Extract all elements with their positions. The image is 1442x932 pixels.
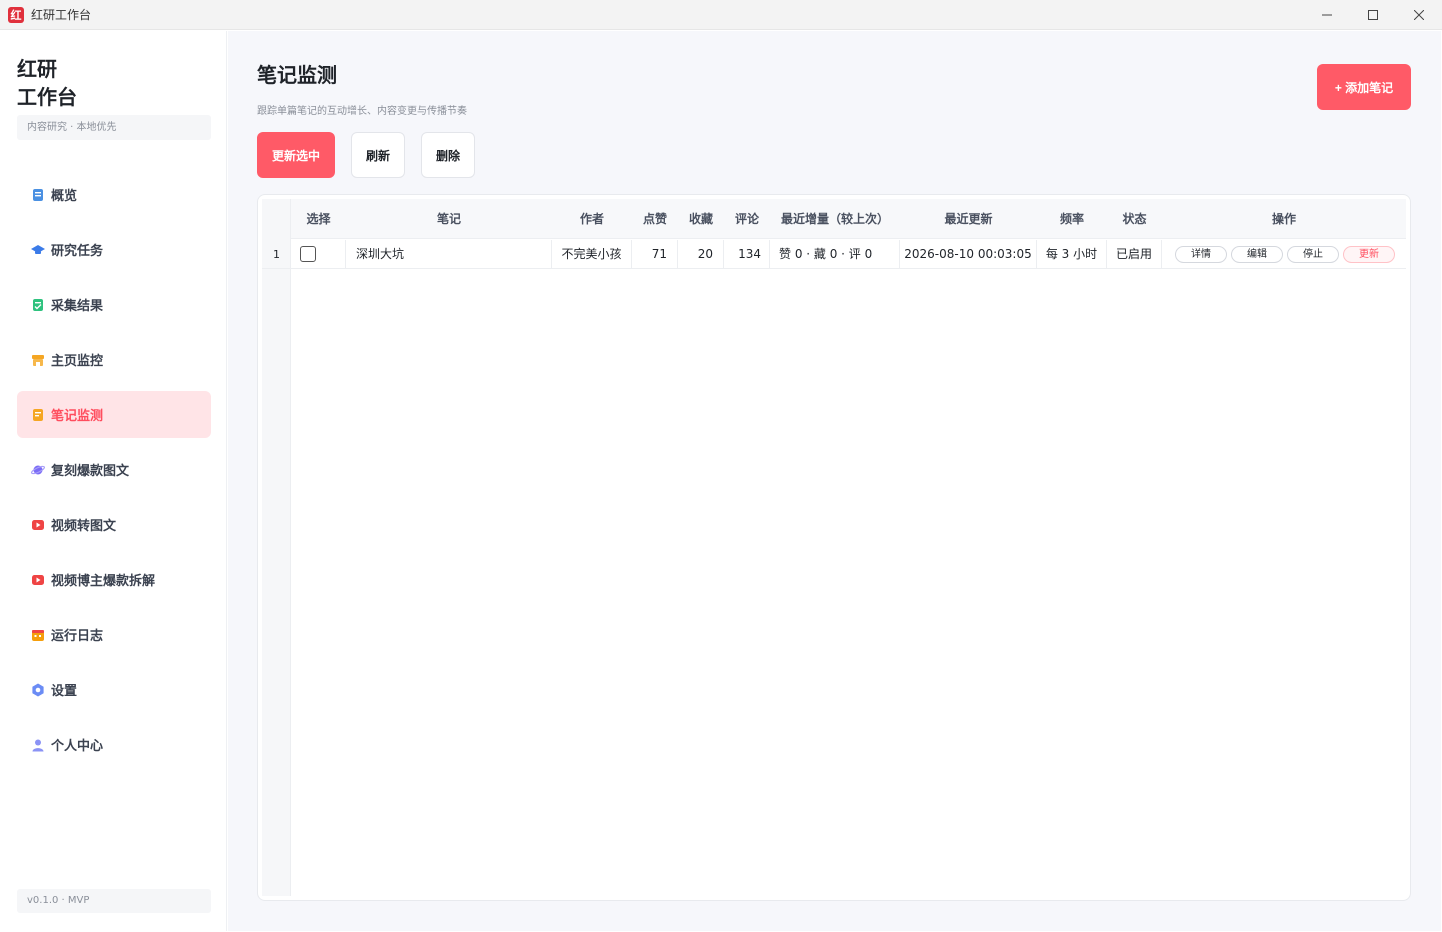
close-button[interactable]: [1396, 0, 1442, 30]
sidebar-item-research-tasks[interactable]: 研究任务: [17, 226, 211, 273]
sidebar-item-run-logs[interactable]: 运行日志: [17, 611, 211, 658]
cell-comments: 134: [724, 240, 770, 269]
window-title: 红研工作台: [31, 8, 92, 22]
cell-updated: 2026-08-10 00:03:05: [900, 240, 1037, 269]
column-header-updated[interactable]: 最近更新: [900, 199, 1037, 239]
cell-select: [291, 240, 346, 269]
minimize-icon: [1322, 14, 1332, 16]
brand-subtitle: 内容研究 · 本地优先: [17, 115, 211, 140]
sidebar-item-label: 采集结果: [51, 299, 104, 314]
sidebar-item-label: 复刻爆款图文: [51, 464, 130, 479]
sidebar-item-collect-results[interactable]: 采集结果: [17, 281, 211, 328]
close-icon: [1414, 10, 1424, 20]
delete-button[interactable]: 删除: [421, 132, 475, 178]
brand-title: 红研 工作台: [17, 55, 77, 111]
sidebar-item-label: 视频转图文: [51, 519, 117, 534]
cell-frequency: 每 3 小时: [1037, 240, 1107, 269]
cell-actions: 详情 编辑 停止 更新: [1162, 240, 1406, 269]
cell-collects: 20: [678, 240, 724, 269]
cell-delta: 赞 0 · 藏 0 · 评 0: [770, 240, 900, 269]
sidebar-item-label: 笔记监测: [51, 409, 104, 424]
column-header-collects[interactable]: 收藏: [678, 199, 724, 239]
column-header-delta[interactable]: 最近增量（较上次）: [770, 199, 900, 239]
video-icon: [31, 573, 45, 587]
graduation-cap-icon: [31, 243, 45, 257]
maximize-icon: [1368, 10, 1378, 20]
notes-table: 选择 笔记 作者 点赞 收藏 评论 最近增量（较上次） 最近更新 频率 状态 操…: [257, 194, 1411, 901]
version-label: v0.1.0 · MVP: [17, 889, 211, 913]
cell-note: 深圳大坑: [346, 240, 552, 269]
sidebar-item-video-to-post[interactable]: 视频转图文: [17, 501, 211, 548]
brand-line-1: 红研: [17, 57, 57, 81]
column-header-note[interactable]: 笔记: [346, 199, 552, 239]
sidebar-item-label: 视频博主爆款拆解: [51, 574, 156, 589]
toolbar: 更新选中 刷新 删除: [257, 132, 491, 178]
column-header-status[interactable]: 状态: [1107, 199, 1162, 239]
column-header-likes[interactable]: 点赞: [632, 199, 678, 239]
update-button[interactable]: 更新: [1343, 246, 1395, 263]
brand-line-2: 工作台: [17, 85, 77, 109]
sidebar-item-settings[interactable]: 设置: [17, 666, 211, 713]
window-titlebar: 红 红研工作台: [0, 0, 1442, 30]
maximize-button[interactable]: [1350, 0, 1396, 30]
user-icon: [31, 738, 45, 752]
sidebar-item-label: 概览: [51, 189, 78, 204]
app-logo-icon: 红: [8, 6, 24, 23]
detail-button[interactable]: 详情: [1175, 246, 1227, 263]
row-checkbox[interactable]: [300, 246, 316, 262]
store-icon: [31, 353, 45, 367]
row-index-column: [262, 199, 291, 896]
edit-button[interactable]: 编辑: [1231, 246, 1283, 263]
sidebar-item-profile[interactable]: 个人中心: [17, 721, 211, 768]
update-selected-button[interactable]: 更新选中: [257, 132, 335, 178]
sidebar-item-label: 研究任务: [51, 244, 104, 259]
column-header-actions[interactable]: 操作: [1162, 199, 1406, 239]
document-icon: [31, 188, 45, 202]
main-content: 笔记监测 跟踪单篇笔记的互动增长、内容变更与传播节奏 + 添加笔记 更新选中 刷…: [228, 31, 1441, 931]
sidebar-item-label: 个人中心: [51, 739, 104, 754]
note-icon: [31, 408, 45, 422]
sidebar-item-label: 设置: [51, 684, 78, 699]
column-header-author[interactable]: 作者: [552, 199, 632, 239]
sidebar-item-overview[interactable]: 概览: [17, 171, 211, 218]
minimize-button[interactable]: [1304, 0, 1350, 30]
calendar-icon: [31, 628, 45, 642]
planet-icon: [31, 463, 45, 477]
sidebar-item-homepage-monitor[interactable]: 主页监控: [17, 336, 211, 383]
column-header-comments[interactable]: 评论: [724, 199, 770, 239]
refresh-button[interactable]: 刷新: [351, 132, 405, 178]
table-header: 选择 笔记 作者 点赞 收藏 评论 最近增量（较上次） 最近更新 频率 状态 操…: [262, 199, 1406, 239]
sidebar-item-note-monitor[interactable]: 笔记监测: [17, 391, 211, 438]
checklist-icon: [31, 298, 45, 312]
page-title: 笔记监测: [257, 63, 337, 87]
window-controls: [1304, 0, 1442, 30]
stop-button[interactable]: 停止: [1287, 246, 1339, 263]
cell-author: 不完美小孩: [552, 240, 632, 269]
table-row[interactable]: 深圳大坑 不完美小孩 71 20 134 赞 0 · 藏 0 · 评 0 202…: [262, 240, 1406, 269]
column-header-frequency[interactable]: 频率: [1037, 199, 1107, 239]
sidebar-item-label: 主页监控: [51, 354, 104, 369]
column-header-select[interactable]: 选择: [291, 199, 346, 239]
sidebar-item-video-creator-analysis[interactable]: 视频博主爆款拆解: [17, 556, 211, 603]
sidebar-nav: 概览 研究任务 采集结果 主页监控 笔记监测 复刻爆款图文 视频转图文 视频博主…: [17, 171, 211, 776]
video-icon: [31, 518, 45, 532]
add-note-button[interactable]: + 添加笔记: [1317, 64, 1411, 110]
cell-likes: 71: [632, 240, 678, 269]
cell-status: 已启用: [1107, 240, 1162, 269]
sidebar: 红研 工作台 内容研究 · 本地优先 概览 研究任务 采集结果 主页监控 笔记监…: [1, 31, 227, 931]
page-subtitle: 跟踪单篇笔记的互动增长、内容变更与传播节奏: [257, 106, 467, 117]
sidebar-item-label: 运行日志: [51, 629, 104, 644]
sidebar-item-replicate-posts[interactable]: 复刻爆款图文: [17, 446, 211, 493]
settings-icon: [31, 683, 45, 697]
